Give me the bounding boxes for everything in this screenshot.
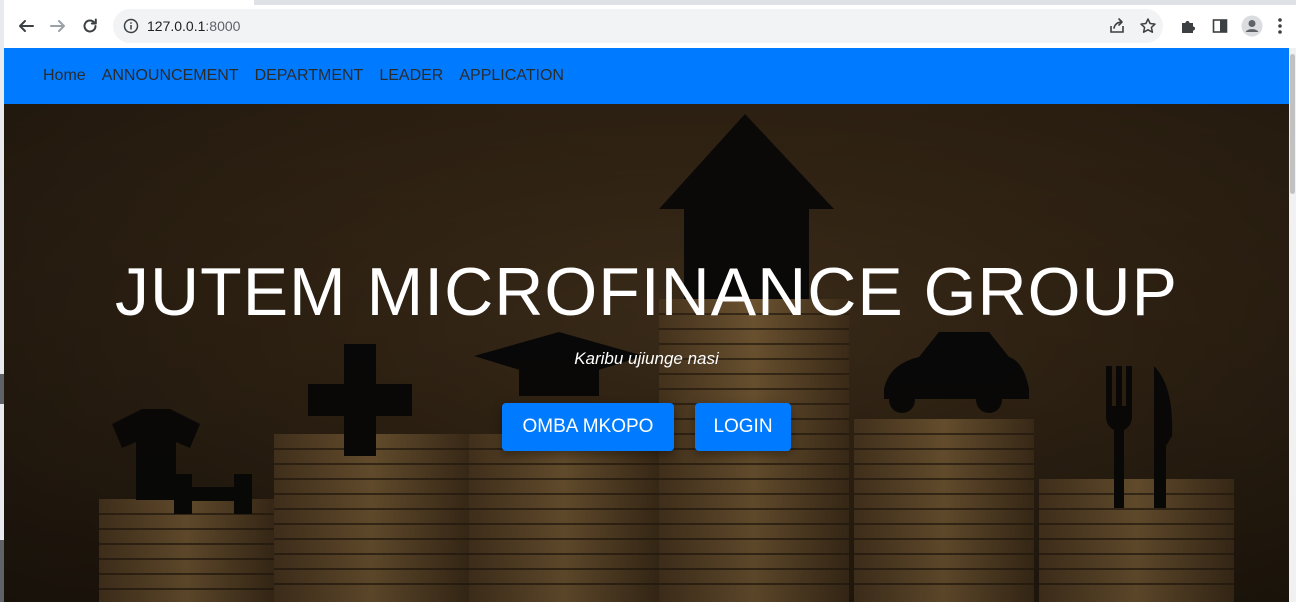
main-navbar: Home ANNOUNCEMENT DEPARTMENT LEADER APPL…	[4, 48, 1289, 104]
side-panel-button[interactable]	[1206, 12, 1234, 40]
nav-department[interactable]: DEPARTMENT	[255, 66, 364, 86]
share-icon[interactable]	[1108, 17, 1126, 35]
url-port: :8000	[205, 18, 241, 34]
menu-button[interactable]	[1270, 12, 1290, 40]
hero-subtitle: Karibu ujiunge nasi	[574, 349, 719, 368]
nav-application[interactable]: APPLICATION	[459, 66, 564, 86]
forward-button[interactable]	[44, 12, 72, 40]
menu-icon	[1278, 18, 1282, 34]
omba-mkopo-button[interactable]: OMBA MKOPO	[502, 403, 674, 451]
side-panel-icon	[1212, 19, 1228, 33]
nav-leader[interactable]: LEADER	[379, 66, 443, 86]
login-button[interactable]: LOGIN	[695, 403, 791, 451]
hero-title: JUTEM MICROFINANCE GROUP	[115, 254, 1178, 330]
reload-icon	[83, 18, 97, 33]
page-viewport: Home ANNOUNCEMENT DEPARTMENT LEADER APPL…	[4, 48, 1289, 602]
browser-toolbar: 127.0.0.1:8000	[4, 0, 1296, 48]
profile-icon	[1241, 15, 1263, 37]
url-host: 127.0.0.1	[147, 18, 206, 34]
page-scrollbar[interactable]	[1289, 48, 1296, 602]
reload-button[interactable]	[76, 12, 104, 40]
hero-section: JUTEM MICROFINANCE GROUP Karibu ujiunge …	[4, 104, 1289, 602]
forward-icon	[50, 20, 65, 32]
info-icon[interactable]	[123, 18, 139, 34]
tab-strip	[4, 0, 1296, 5]
back-icon	[19, 20, 34, 32]
nav-announcement[interactable]: ANNOUNCEMENT	[102, 66, 239, 86]
scrollbar-thumb[interactable]	[1290, 54, 1295, 194]
profile-button[interactable]	[1238, 12, 1266, 40]
url-text[interactable]: 127.0.0.1:8000	[147, 18, 240, 34]
extensions-button[interactable]	[1174, 12, 1202, 40]
address-bar[interactable]: 127.0.0.1:8000	[113, 9, 1163, 43]
star-icon[interactable]	[1139, 17, 1157, 35]
nav-home[interactable]: Home	[43, 66, 86, 86]
back-button[interactable]	[12, 12, 40, 40]
extensions-icon	[1182, 21, 1195, 33]
